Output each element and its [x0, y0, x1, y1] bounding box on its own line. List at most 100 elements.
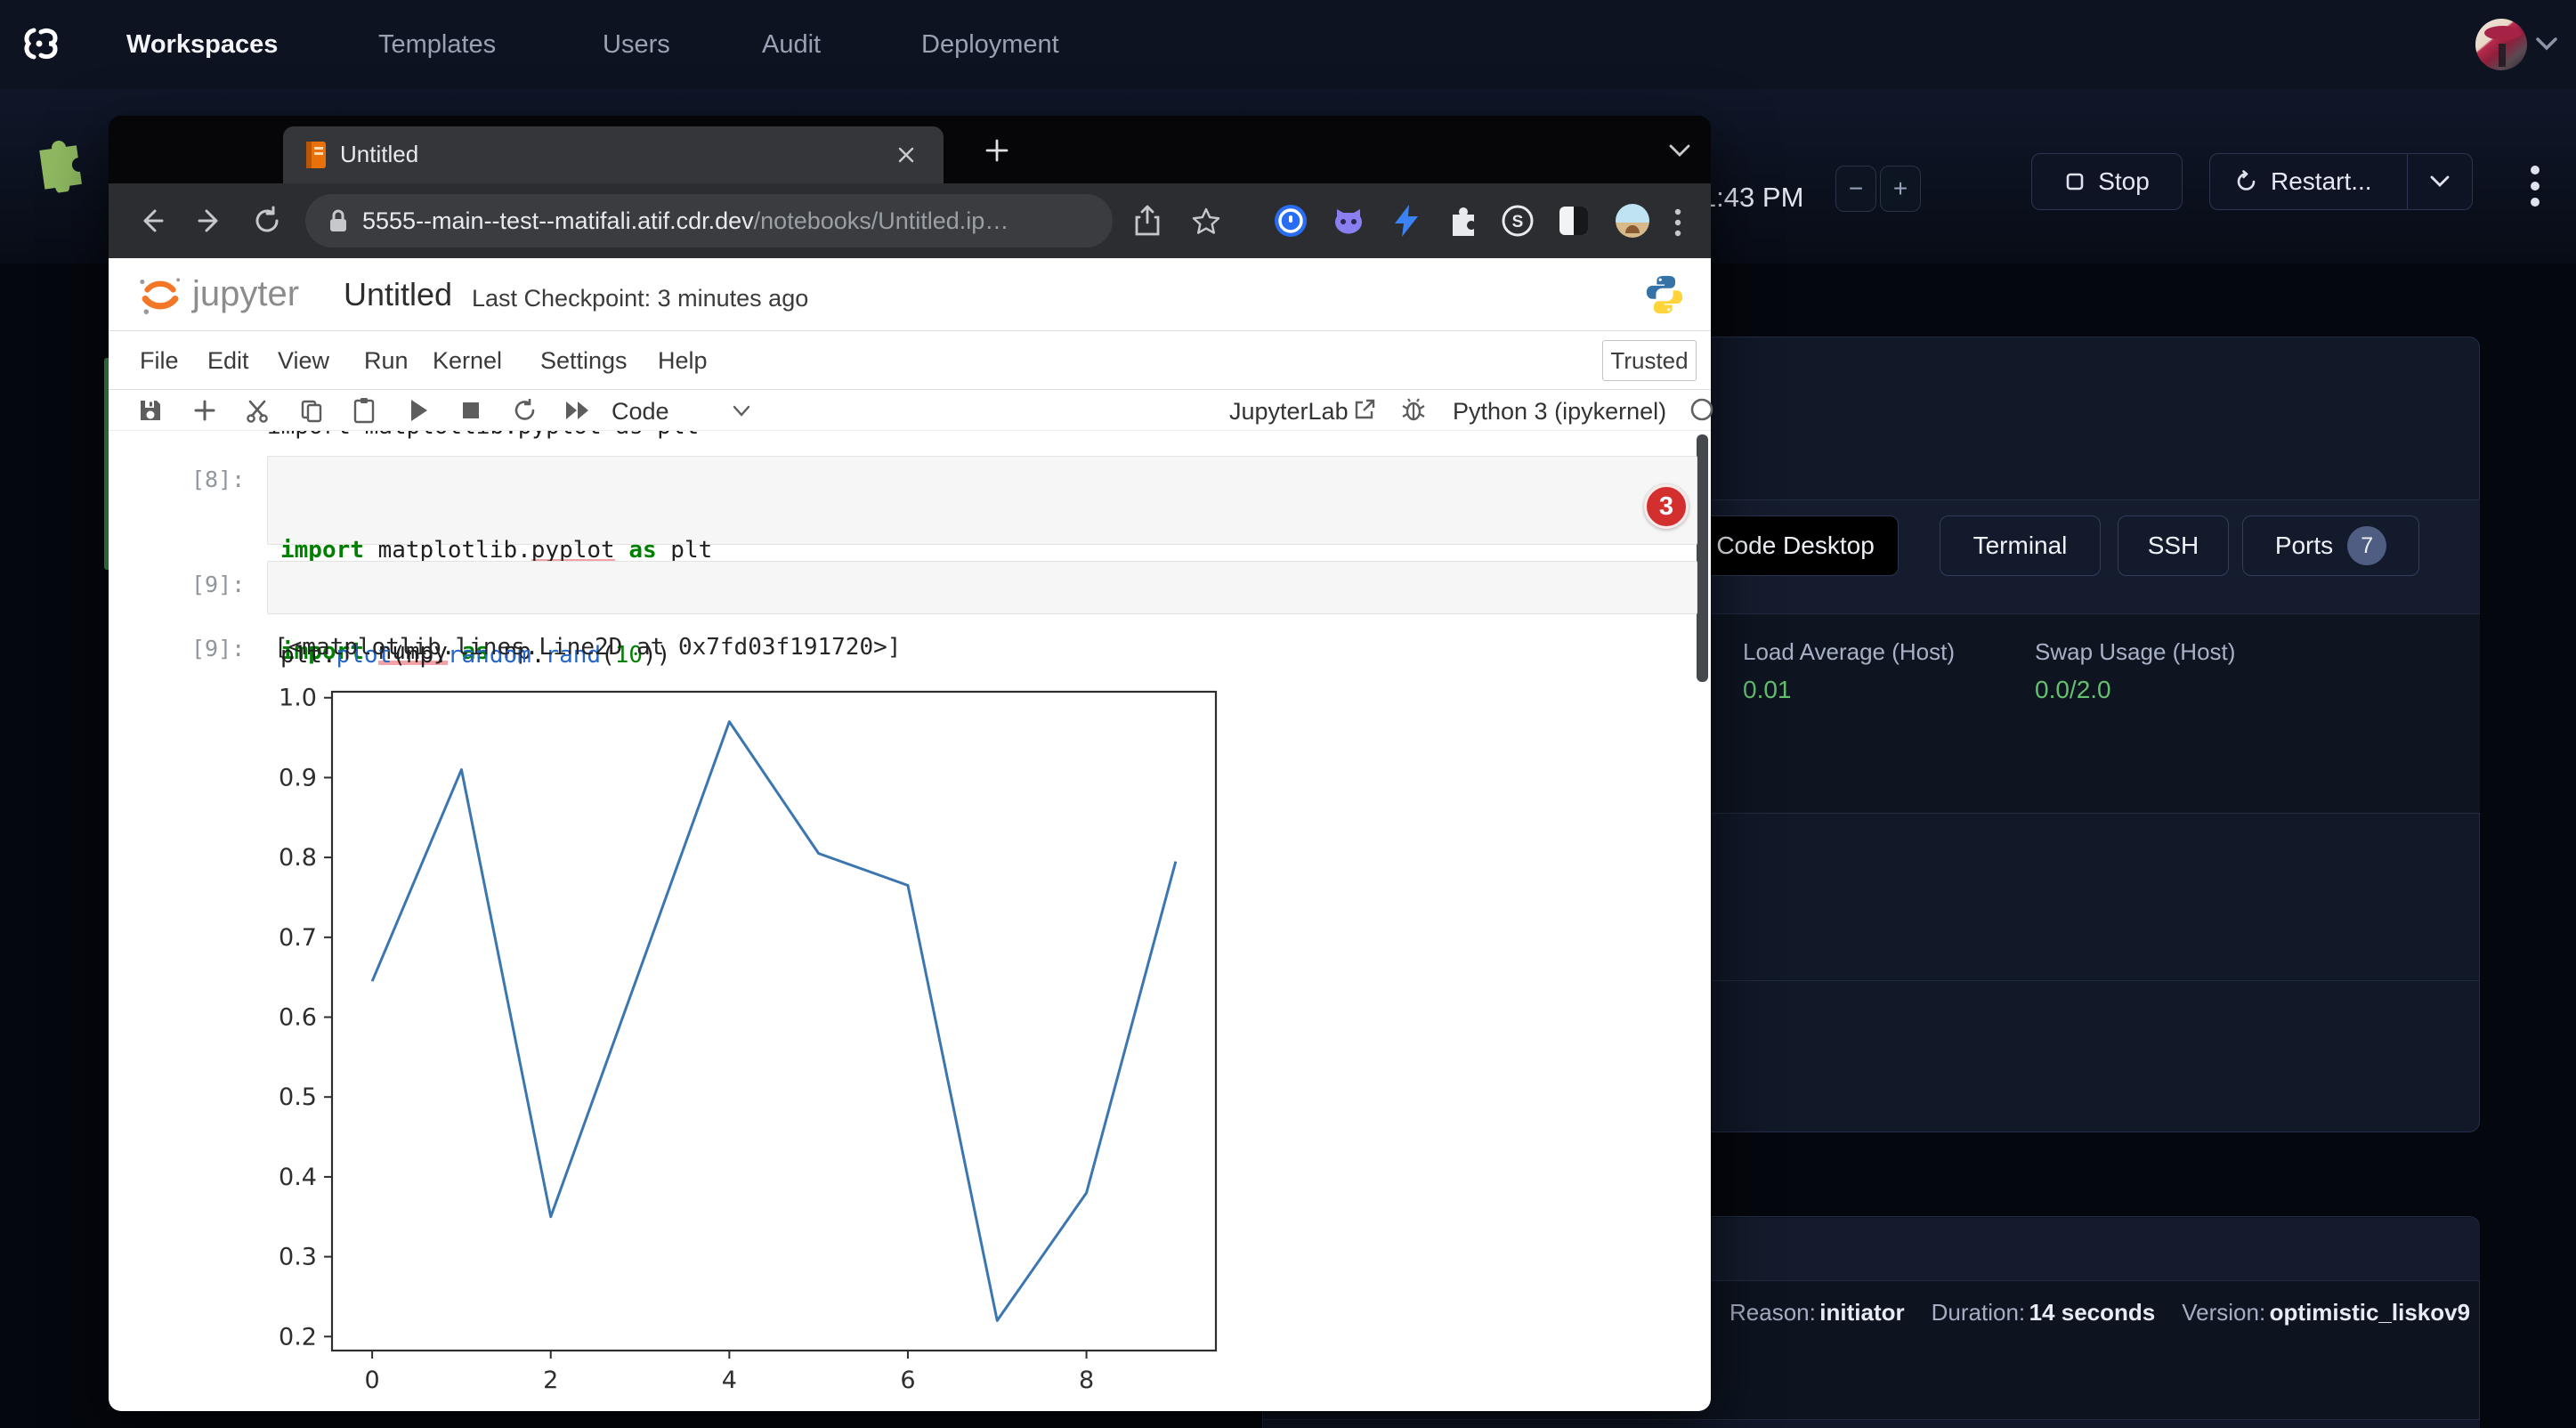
- debugger-bug-icon[interactable]: [1401, 397, 1426, 422]
- load-average-value: 0.01: [1743, 676, 1792, 704]
- menu-settings[interactable]: Settings: [540, 347, 628, 375]
- cell9-editor[interactable]: plt.plot(np.random.rand(10)): [267, 561, 1697, 614]
- out9-text: [<matplotlib.lines.Line2D at 0x7fd03f191…: [274, 634, 901, 661]
- share-icon[interactable]: [1132, 205, 1162, 237]
- cell8-prompt: [8]:: [191, 467, 245, 492]
- svg-text:6: 6: [900, 1367, 915, 1394]
- extensions-puzzle-icon[interactable]: [1444, 203, 1479, 239]
- cell-type-chevron-icon[interactable]: [732, 404, 751, 418]
- address-bar[interactable]: 5555--main--test--matifali.atif.cdr.dev/…: [305, 194, 1113, 247]
- build-version-value: optimistic_liskov9: [2270, 1299, 2470, 1326]
- menu-view[interactable]: View: [278, 347, 329, 375]
- last-checkpoint-text: Last Checkpoint: 3 minutes ago: [472, 285, 808, 312]
- swap-usage-value: 0.0/2.0: [2035, 676, 2111, 704]
- jupyter-logo: [135, 269, 185, 319]
- swap-usage-label: Swap Usage (Host): [2035, 638, 2235, 666]
- build-reason-value: initiator: [1819, 1299, 1904, 1326]
- cell8-editor[interactable]: import matplotlib.pyplot as plt import n…: [267, 456, 1697, 545]
- cat-extension-icon[interactable]: [1331, 203, 1366, 239]
- menu-kernel[interactable]: Kernel: [433, 347, 502, 375]
- cut-cell-button[interactable]: [243, 396, 271, 425]
- onepassword-extension-icon[interactable]: [1273, 203, 1308, 239]
- dark-reader-extension-icon[interactable]: [1556, 203, 1592, 239]
- browser-tabstrip: Untitled: [109, 116, 1711, 183]
- reload-icon[interactable]: [251, 205, 283, 237]
- notification-badge[interactable]: 3: [1644, 484, 1689, 529]
- tab-title: Untitled: [340, 141, 418, 168]
- kernel-status-icon[interactable]: [1689, 397, 1714, 422]
- tab-search-chevron-icon[interactable]: [1668, 142, 1691, 158]
- cell9-prompt: [9]:: [191, 572, 245, 597]
- screen: Workspaces Templates Users Audit Deploym…: [0, 0, 2576, 1428]
- menu-help[interactable]: Help: [658, 347, 708, 375]
- build-reason-label: Reason:: [1729, 1299, 1816, 1326]
- jupyter-menubar: File Edit View Run Kernel Settings Help …: [109, 331, 1711, 390]
- python-logo: [1643, 272, 1686, 317]
- run-cell-button[interactable]: [404, 396, 433, 425]
- stop-workspace-button[interactable]: Stop: [2031, 153, 2183, 210]
- zoom-out-button[interactable]: −: [1835, 166, 1876, 212]
- build-version-label: Version:: [2182, 1299, 2265, 1326]
- jupyter-toolbar: Code JupyterLab Python 3 (ipykernel): [109, 390, 1711, 431]
- s-circle-extension-icon[interactable]: S: [1500, 203, 1535, 239]
- new-tab-button[interactable]: [984, 137, 1010, 164]
- app-button-ports[interactable]: Ports 7: [2242, 515, 2419, 576]
- save-button[interactable]: [136, 396, 165, 425]
- app-button-terminal[interactable]: Terminal: [1940, 515, 2101, 576]
- notebook-title[interactable]: Untitled: [344, 276, 452, 313]
- copy-cell-button[interactable]: [297, 396, 326, 425]
- restart-options-chevron-icon[interactable]: [2429, 174, 2450, 190]
- restart-workspace-button[interactable]: Restart...: [2209, 153, 2473, 210]
- svg-text:2: 2: [543, 1367, 558, 1394]
- forward-icon[interactable]: [194, 205, 226, 237]
- coder-logo-icon[interactable]: [21, 21, 66, 66]
- nav-item-workspaces[interactable]: Workspaces: [126, 30, 278, 60]
- interrupt-kernel-button[interactable]: [457, 396, 485, 425]
- add-cell-button[interactable]: [190, 396, 219, 425]
- jupyter-header: jupyter Untitled Last Checkpoint: 3 minu…: [109, 258, 1711, 331]
- zoom-in-button[interactable]: +: [1880, 166, 1921, 212]
- ports-label: Ports: [2275, 531, 2333, 560]
- clipped-previous-cell: import matplotlib.pyplot as plt: [267, 431, 1068, 442]
- menu-run[interactable]: Run: [364, 347, 409, 375]
- nav-item-deployment[interactable]: Deployment: [921, 30, 1059, 60]
- paste-cell-button[interactable]: [350, 396, 378, 425]
- build-duration-value: 14 seconds: [2029, 1299, 2156, 1326]
- restart-kernel-button[interactable]: [511, 396, 539, 425]
- back-icon[interactable]: [135, 205, 167, 237]
- app-button-ssh[interactable]: SSH: [2118, 515, 2229, 576]
- bookmark-star-icon[interactable]: [1191, 207, 1221, 237]
- trusted-button[interactable]: Trusted: [1602, 340, 1697, 381]
- top-navbar: Workspaces Templates Users Audit Deploym…: [0, 0, 2576, 89]
- user-menu-chevron-icon[interactable]: [2535, 36, 2558, 52]
- lightning-extension-icon[interactable]: [1389, 203, 1424, 239]
- browser-kebab-menu[interactable]: [1673, 207, 1683, 239]
- restart-run-all-button[interactable]: [563, 396, 592, 425]
- svg-text:8: 8: [1079, 1367, 1094, 1394]
- out9-prompt: [9]:: [191, 636, 245, 661]
- build-meta-row: Reason: initiator Duration: 14 seconds V…: [1729, 1299, 2470, 1327]
- tab-close-icon[interactable]: [895, 144, 917, 166]
- menu-edit[interactable]: Edit: [207, 347, 249, 375]
- external-link-icon[interactable]: [1353, 398, 1376, 421]
- svg-text:0.2: 0.2: [279, 1323, 317, 1351]
- cell-type-dropdown[interactable]: Code: [612, 398, 669, 426]
- browser-tab[interactable]: Untitled: [283, 126, 944, 183]
- user-avatar[interactable]: [2475, 19, 2527, 70]
- nav-item-templates[interactable]: Templates: [378, 30, 496, 60]
- load-average-label: Load Average (Host): [1743, 638, 1955, 666]
- stop-icon: [2064, 171, 2086, 192]
- nav-item-users[interactable]: Users: [603, 30, 670, 60]
- svg-text:0.3: 0.3: [279, 1244, 317, 1271]
- jupyterlab-link[interactable]: JupyterLab: [1229, 398, 1349, 426]
- svg-text:0: 0: [365, 1367, 380, 1394]
- template-puzzle-icon: [22, 124, 96, 197]
- kernel-name[interactable]: Python 3 (ipykernel): [1453, 398, 1666, 426]
- svg-text:S: S: [1512, 213, 1524, 231]
- svg-text:0.7: 0.7: [279, 924, 317, 952]
- svg-text:0.4: 0.4: [279, 1164, 317, 1191]
- menu-file[interactable]: File: [140, 347, 179, 375]
- chrome-profile-avatar[interactable]: [1615, 203, 1650, 239]
- workspace-kebab-menu[interactable]: [2524, 153, 2546, 210]
- nav-item-audit[interactable]: Audit: [762, 30, 821, 60]
